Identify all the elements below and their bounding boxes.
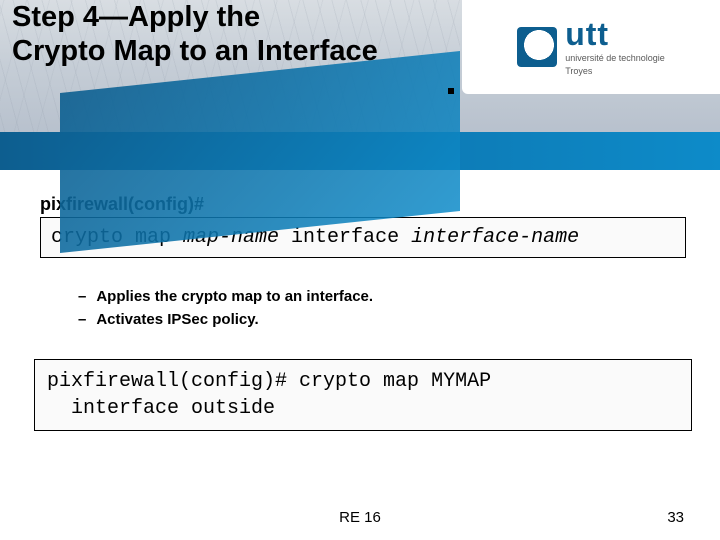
- logo-subtitle: université de technologie: [565, 54, 665, 63]
- page-number: 33: [667, 509, 684, 526]
- bullet-dash-icon: –: [78, 309, 86, 332]
- bullet-text: Activates IPSec policy.: [96, 309, 258, 332]
- example-line-1: pixfirewall(config)# crypto map MYMAP: [47, 370, 491, 393]
- command-example-box: pixfirewall(config)# crypto map MYMAP in…: [34, 359, 692, 431]
- footer-code: RE 16: [0, 509, 720, 526]
- utt-logo-text: utt université de technologie Troyes: [565, 18, 665, 76]
- utt-logo-icon: [517, 27, 557, 67]
- syntax-param-ifname: interface-name: [411, 226, 579, 249]
- bullet-dash-icon: –: [78, 286, 86, 309]
- example-line-2: interface outside: [47, 397, 275, 420]
- header-band: [0, 132, 720, 170]
- title-line-1: Step 4—Apply the: [12, 0, 378, 34]
- list-item: – Applies the crypto map to an interface…: [78, 286, 686, 309]
- bullet-text: Applies the crypto map to an interface.: [96, 286, 373, 309]
- utt-logo: utt université de technologie Troyes: [517, 18, 665, 76]
- list-item: – Activates IPSec policy.: [78, 309, 686, 332]
- logo-city: Troyes: [565, 67, 665, 76]
- logo-panel: utt université de technologie Troyes: [462, 0, 720, 94]
- slide-header: utt université de technologie Troyes Ste…: [0, 0, 720, 170]
- bullet-list: – Applies the crypto map to an interface…: [78, 286, 686, 331]
- title-line-2: Crypto Map to an Interface: [12, 34, 378, 68]
- syntax-mid: interface: [279, 226, 411, 249]
- logo-name: utt: [565, 18, 665, 50]
- slide-title: Step 4—Apply the Crypto Map to an Interf…: [12, 0, 378, 68]
